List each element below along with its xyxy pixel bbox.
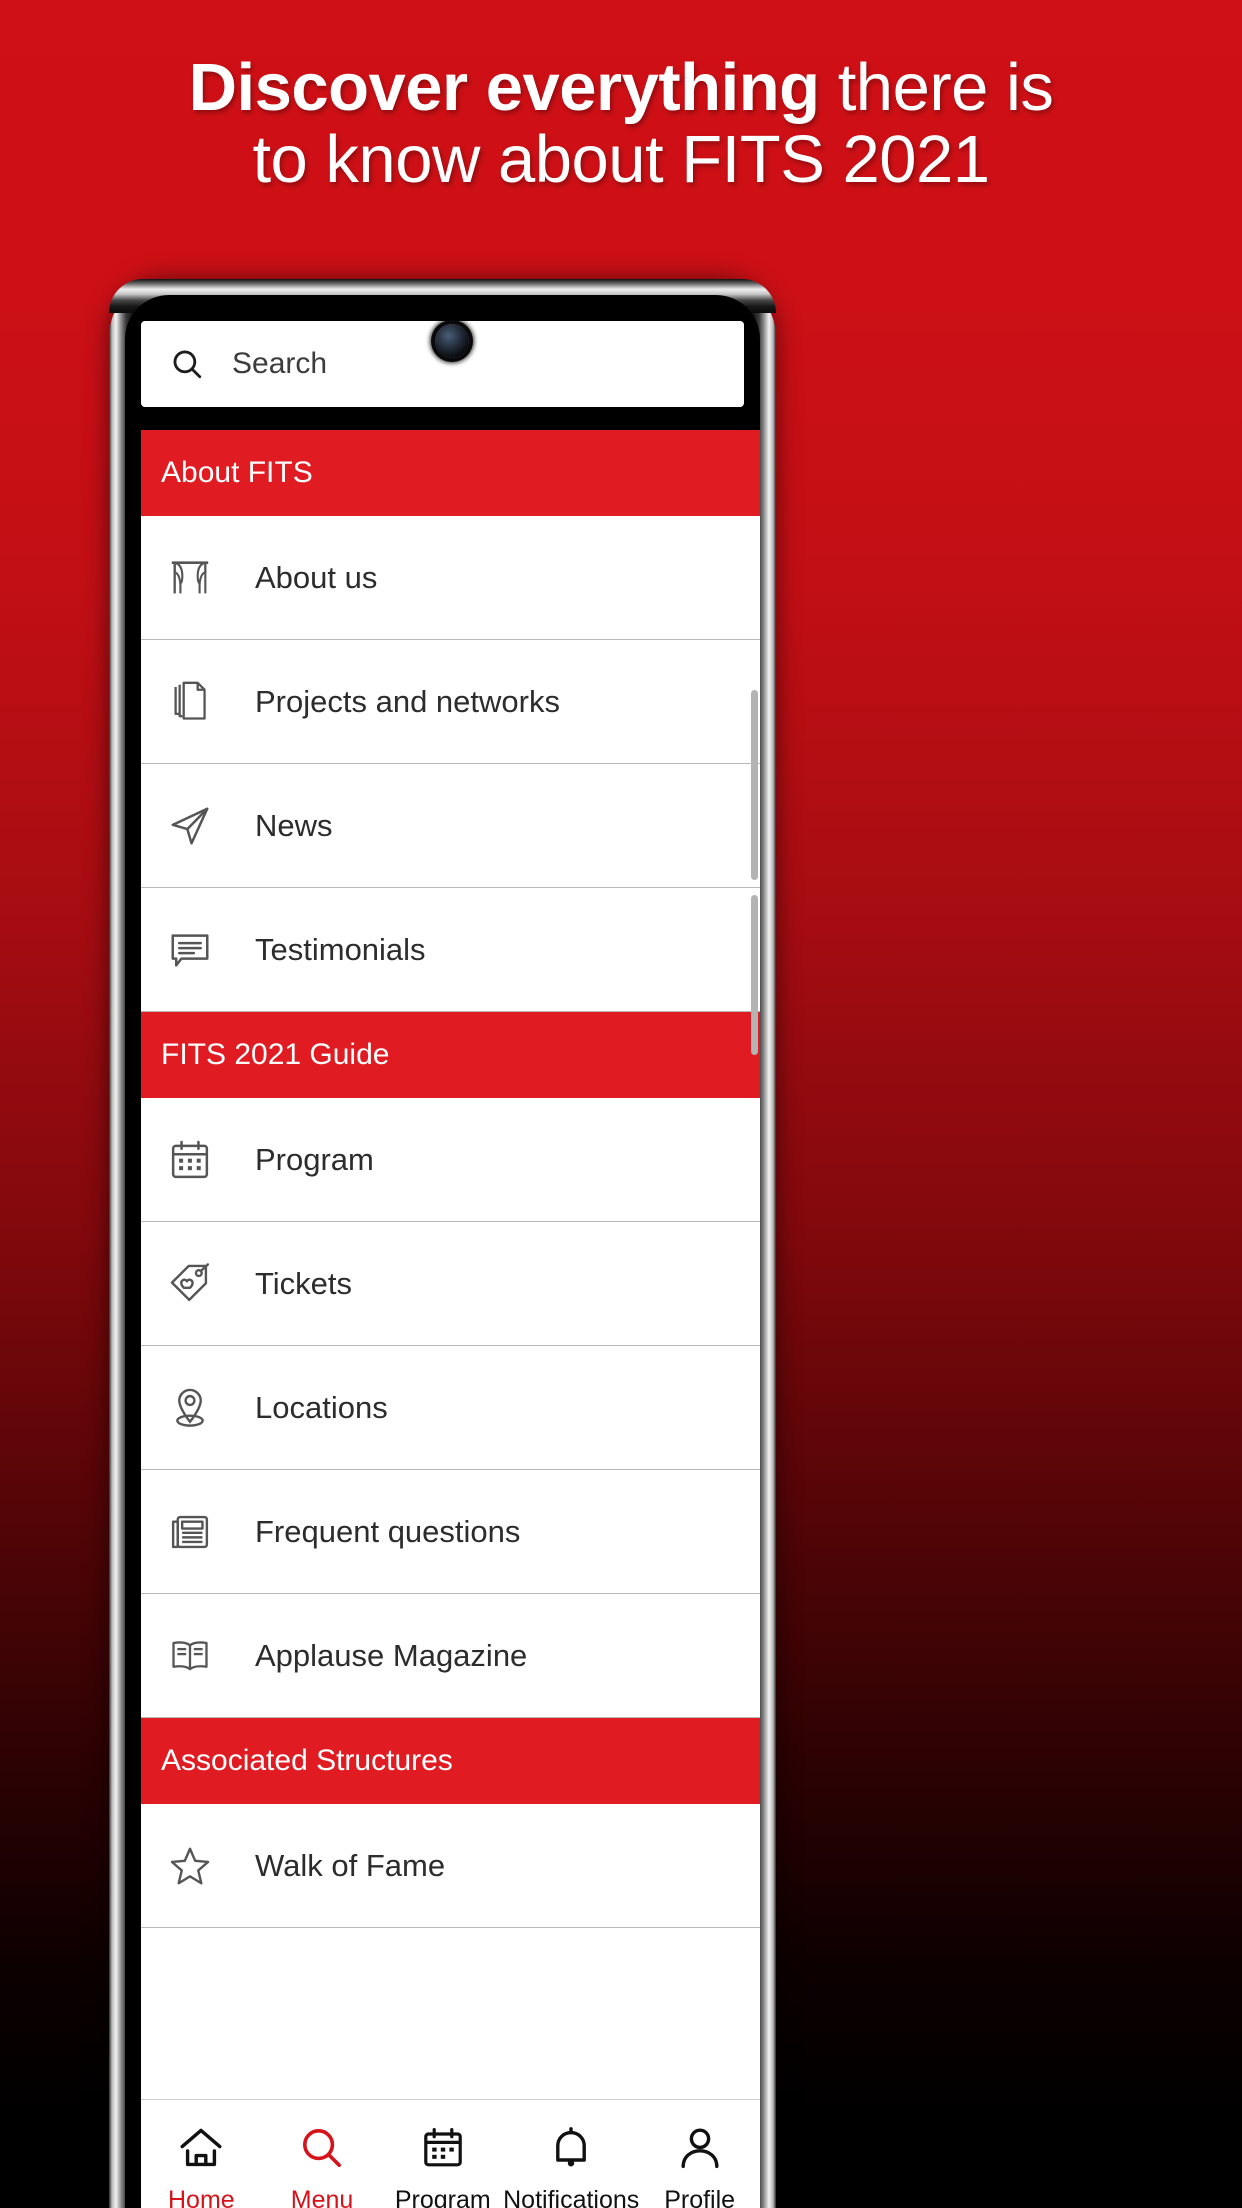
page-title: Discover everything there is to know abo… <box>0 50 1242 198</box>
list-item-label: Testimonials <box>255 931 426 967</box>
list-item-label: Projects and networks <box>255 683 560 719</box>
list-item-tickets[interactable]: Tickets <box>141 1222 760 1346</box>
section-header-about-fits: About FITS <box>141 430 760 516</box>
list-item-label: About us <box>255 559 378 595</box>
section-title: Associated Structures <box>161 1744 453 1777</box>
theater-curtains-icon <box>159 555 221 601</box>
list-item-applause-magazine[interactable]: Applause Magazine <box>141 1594 760 1718</box>
bell-icon <box>547 2122 595 2174</box>
headline-light-part: there is <box>819 50 1054 125</box>
comment-lines-icon <box>159 927 221 973</box>
person-icon <box>676 2122 724 2174</box>
section-title: About FITS <box>161 456 313 489</box>
list-item-about-us[interactable]: About us <box>141 516 760 640</box>
nav-item-program[interactable]: Program <box>382 2100 503 2208</box>
list-item-label: Applause Magazine <box>255 1637 528 1673</box>
front-camera-punch-hole <box>435 324 469 358</box>
search-icon <box>170 347 204 381</box>
list-item-projects-and-networks[interactable]: Projects and networks <box>141 640 760 764</box>
nav-item-notifications[interactable]: Notifications <box>503 2100 639 2208</box>
search-icon <box>298 2122 346 2174</box>
list-item-frequent-questions[interactable]: Frequent questions <box>141 1470 760 1594</box>
app-viewport: Search About FITS About us Projects and … <box>125 295 760 2208</box>
search-placeholder: Search <box>232 347 328 380</box>
list-item-news[interactable]: News <box>141 764 760 888</box>
calendar-icon <box>159 1137 221 1183</box>
headline-line-2: to know about FITS 2021 <box>252 122 990 198</box>
list-item-walk-of-fame[interactable]: Walk of Fame <box>141 1804 760 1928</box>
nav-item-label: Home <box>168 2186 235 2208</box>
star-outline-icon <box>159 1843 221 1889</box>
list-item-label: News <box>255 807 333 843</box>
section-title: FITS 2021 Guide <box>161 1038 390 1071</box>
documents-copy-icon <box>159 679 221 725</box>
list-item-program[interactable]: Program <box>141 1098 760 1222</box>
home-icon <box>177 2122 225 2174</box>
headline-bold-part: Discover everything <box>188 50 821 125</box>
nav-item-home[interactable]: Home <box>141 2100 262 2208</box>
nav-item-label: Notifications <box>503 2186 640 2208</box>
bottom-navigation-bar: Home Menu Program Notifications Profile <box>141 2099 760 2208</box>
list-item-label: Frequent questions <box>255 1513 521 1549</box>
section-header-associated-structures: Associated Structures <box>141 1718 760 1804</box>
list-item-label: Tickets <box>255 1265 353 1301</box>
scrollbar-thumb[interactable] <box>751 895 758 1055</box>
nav-item-label: Program <box>394 2186 491 2208</box>
scrollbar-thumb[interactable] <box>751 690 758 880</box>
nav-item-menu[interactable]: Menu <box>262 2100 383 2208</box>
map-pin-icon <box>159 1385 221 1431</box>
section-header-fits-2021-guide: FITS 2021 Guide <box>141 1012 760 1098</box>
phone-device-mockup: Search About FITS About us Projects and … <box>109 279 776 2208</box>
newspaper-article-icon <box>159 1509 221 1555</box>
list-item-label: Program <box>255 1141 374 1177</box>
phone-screen: Search About FITS About us Projects and … <box>125 295 760 2208</box>
list-item-locations[interactable]: Locations <box>141 1346 760 1470</box>
headline-line-1: Discover everything there is <box>0 50 1242 125</box>
list-item-label: Walk of Fame <box>255 1847 446 1883</box>
price-tag-loyalty-icon <box>159 1261 221 1307</box>
nav-item-profile[interactable]: Profile <box>639 2100 760 2208</box>
list-item-label: Locations <box>255 1389 388 1425</box>
nav-item-label: Menu <box>290 2186 354 2208</box>
calendar-icon <box>419 2122 467 2174</box>
nav-item-label: Profile <box>664 2186 736 2208</box>
paper-plane-send-icon <box>159 803 221 849</box>
menu-list[interactable]: About FITS About us Projects and network… <box>141 430 760 2100</box>
promo-poster: Discover everything there is to know abo… <box>0 0 1242 2208</box>
list-item-testimonials[interactable]: Testimonials <box>141 888 760 1012</box>
open-book-icon <box>159 1633 221 1679</box>
